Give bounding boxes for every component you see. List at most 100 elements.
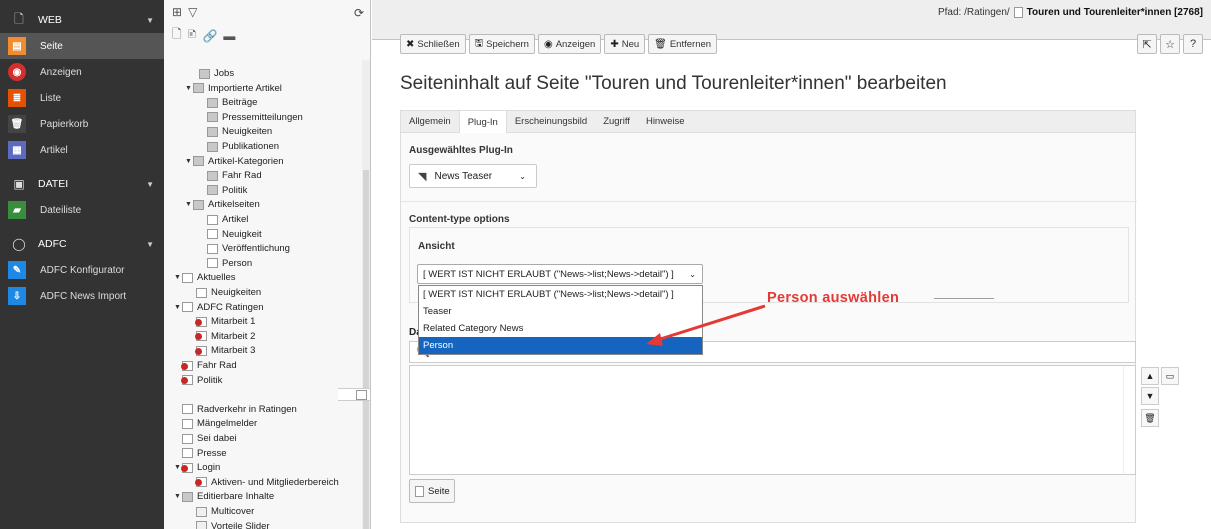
tree-node-label: Neuigkeit xyxy=(222,228,262,240)
tree-node[interactable]: Mitarbeit 3 xyxy=(188,344,255,357)
tree-node[interactable]: Radverkehr in Ratingen xyxy=(174,403,297,416)
action-toolbar: ✖ Schließen 🖫 Speichern ◉ Anzeigen ✚ Neu 🗑 En… xyxy=(400,34,718,54)
image-icon: ▣ xyxy=(13,177,25,191)
module-item-papierkorb[interactable]: 🗑 Papierkorb xyxy=(0,111,164,137)
tree-node-selected[interactable]: Touren und Tourenleiter*innen xyxy=(338,388,370,402)
move-down-icon[interactable]: ▼ xyxy=(1141,387,1159,405)
tree-node[interactable]: Beiträge xyxy=(199,96,257,109)
module-group-adfc[interactable]: ◯ ADFC ▼ xyxy=(0,231,164,257)
expand-toggle-icon[interactable]: ▼ xyxy=(174,301,182,314)
tree-node[interactable]: Jobs xyxy=(191,67,234,80)
path-page-title[interactable]: Touren und Tourenleiter*innen [2768] xyxy=(1027,7,1203,18)
module-item-liste[interactable]: ≣ Liste xyxy=(0,85,164,111)
help-icon[interactable]: ? xyxy=(1183,34,1203,54)
tab-allgemein[interactable]: Allgemein xyxy=(401,111,459,132)
module-item-label: ADFC Konfigurator xyxy=(40,264,125,276)
folder-icon xyxy=(193,83,204,94)
page-title: Seiteninhalt auf Seite "Touren und Toure… xyxy=(400,73,947,94)
tab-erscheinungsbild[interactable]: Erscheinungsbild xyxy=(507,111,595,132)
tree-node-label: Neuigkeiten xyxy=(211,287,262,298)
module-item-adfc-konfigurator[interactable]: ✎ ADFC Konfigurator xyxy=(0,257,164,283)
expand-toggle-icon[interactable]: ▼ xyxy=(185,198,193,211)
module-group-datei[interactable]: ▣ DATEI ▼ xyxy=(0,171,164,197)
filter-icon[interactable]: ▽ xyxy=(188,5,197,19)
expand-toggle-icon[interactable]: ▼ xyxy=(174,490,182,503)
filelist-icon: ▰ xyxy=(8,201,26,219)
expand-toggle-icon[interactable]: ▼ xyxy=(185,155,193,168)
tree-node-label: Login xyxy=(197,462,221,474)
plug-icon xyxy=(196,521,207,529)
new-button[interactable]: ✚ Neu xyxy=(604,34,646,54)
tab-hinweise[interactable]: Hinweise xyxy=(638,111,693,132)
folder-icon xyxy=(207,112,218,123)
module-item-artikel[interactable]: ▦ Artikel xyxy=(0,137,164,163)
new-page-icon[interactable]: ⊞ xyxy=(172,5,182,19)
tree-node[interactable]: ▼ Login xyxy=(174,461,220,474)
tree-node[interactable]: ▼ Editierbare Inhalte xyxy=(174,490,274,503)
tab-plug-in[interactable]: Plug-In xyxy=(458,111,507,134)
tree-node[interactable]: Fahr Rad xyxy=(199,169,262,182)
delete-button[interactable]: 🗑 Entfernen xyxy=(648,34,718,54)
tree-node[interactable]: Aktiven- und Mitgliederbereich xyxy=(188,476,339,489)
tree-node[interactable]: Person xyxy=(199,257,252,270)
tree-node[interactable]: Mitarbeit 1 xyxy=(188,315,255,328)
tree-node[interactable]: Presse xyxy=(174,447,227,460)
tree-node[interactable]: ▼ Artikelseiten xyxy=(185,198,260,211)
folder-icon[interactable]: ▬ xyxy=(223,29,235,43)
tree-node[interactable]: Veröffentlichung xyxy=(199,242,290,255)
module-group-label: ADFC xyxy=(38,238,67,250)
tree-node[interactable]: Multicover xyxy=(188,505,254,518)
close-button[interactable]: ✖ Schließen xyxy=(400,34,466,54)
button-label: Neu xyxy=(621,38,640,50)
module-item-label: ADFC News Import xyxy=(40,290,127,302)
tree-node[interactable]: Neuigkeit xyxy=(199,228,262,241)
view-button[interactable]: ◉ Anzeigen xyxy=(537,34,602,54)
chevron-down-icon: ▼ xyxy=(146,15,154,25)
refresh-icon[interactable]: ⟳ xyxy=(354,6,364,20)
tab-zugriff[interactable]: Zugriff xyxy=(595,111,638,132)
tree-node[interactable]: Artikel xyxy=(199,213,248,226)
module-item-adfc-news-import[interactable]: ⇩ ADFC News Import xyxy=(0,283,164,309)
trash-icon[interactable]: 🗑 xyxy=(1141,409,1159,427)
page-add-icon[interactable]: 🗈 xyxy=(188,25,197,46)
tree-node[interactable]: Sei dabei xyxy=(174,432,237,445)
tree-node[interactable]: Neuigkeiten xyxy=(199,125,272,138)
tree-node[interactable]: Mitarbeit 2 xyxy=(188,330,255,343)
expand-toggle-icon[interactable]: ▼ xyxy=(185,82,193,95)
page-icon[interactable]: 🗋 xyxy=(172,25,182,46)
page-module-icon: ▤ xyxy=(8,37,26,55)
plugin-select[interactable]: ◥ News Teaser ⌄ xyxy=(409,164,537,188)
move-up-icon[interactable]: ▲ xyxy=(1141,367,1159,385)
tree-node-label: Aktuelles xyxy=(197,272,236,284)
module-item-anzeigen[interactable]: ◉ Anzeigen xyxy=(0,59,164,85)
tree-node[interactable]: ▼ ADFC Ratingen xyxy=(174,301,264,314)
records-list[interactable] xyxy=(409,365,1136,475)
trash-icon: 🗑 xyxy=(8,115,26,133)
browse-folder-icon[interactable]: ▭ xyxy=(1161,367,1179,385)
tree-node[interactable]: Politik xyxy=(174,374,222,387)
bookmark-star-icon[interactable]: ☆ xyxy=(1160,34,1180,54)
tree-node[interactable]: Mängelmelder xyxy=(174,417,257,430)
tree-node[interactable]: Neuigkeiten xyxy=(188,286,261,299)
tree-node[interactable]: ▼ Aktuelles xyxy=(174,271,236,284)
seite-button[interactable]: Seite xyxy=(409,479,455,503)
open-new-window-icon[interactable]: ⇱ xyxy=(1137,34,1157,54)
red-icon xyxy=(195,345,207,356)
tree-node[interactable]: Publikationen xyxy=(199,140,279,153)
tree-node[interactable]: ▼ Importierte Artikel xyxy=(185,82,282,95)
tree-node[interactable]: Pressemitteilungen xyxy=(199,111,303,124)
ansicht-select[interactable]: [ WERT IST NICHT ERLAUBT ("News->list;Ne… xyxy=(417,264,703,284)
tree-node[interactable]: Politik xyxy=(199,184,247,197)
tree-node-label: Fahr Rad xyxy=(197,360,237,371)
save-button[interactable]: 🖫 Speichern xyxy=(468,34,535,54)
tree-scrollbar[interactable] xyxy=(362,60,370,529)
expand-toggle-icon[interactable]: ▼ xyxy=(174,271,182,284)
module-item-dateiliste[interactable]: ▰ Dateiliste xyxy=(0,197,164,223)
tree-node[interactable]: Fahr Rad xyxy=(174,359,237,372)
link-icon[interactable]: 🔗 xyxy=(202,29,217,43)
module-item-seite[interactable]: ▤ Seite xyxy=(0,33,164,59)
module-group-web[interactable]: 🗋 WEB ▼ xyxy=(0,7,164,33)
list-scrollbar[interactable] xyxy=(1123,366,1135,474)
tree-node[interactable]: Vorteile Slider xyxy=(188,520,270,529)
tree-node[interactable]: ▼ Artikel-Kategorien xyxy=(185,155,284,168)
